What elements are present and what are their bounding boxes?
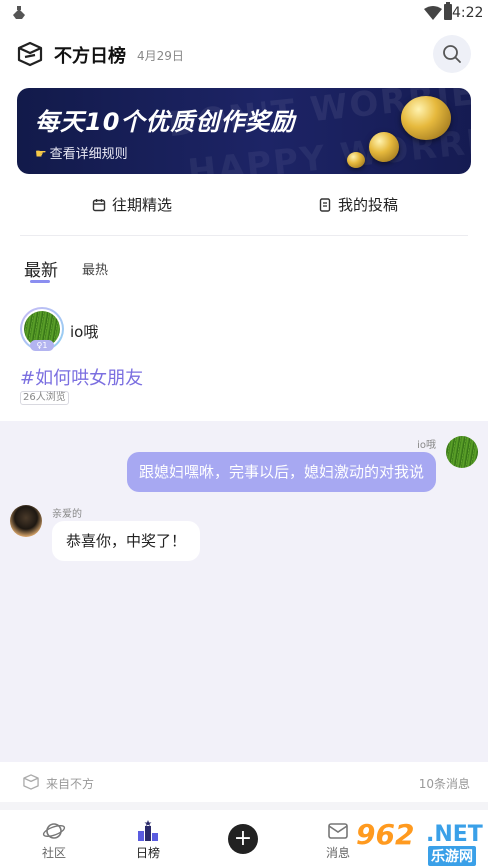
tab-my-submissions[interactable]: 我的投稿	[318, 194, 398, 215]
avatar	[10, 505, 42, 537]
search-icon	[443, 45, 461, 63]
planet-icon	[42, 823, 66, 839]
divider	[0, 802, 488, 810]
rule-link-label: 查看详细规则	[49, 147, 128, 162]
coin-icon	[401, 96, 451, 140]
document-icon	[319, 197, 331, 212]
source-label: 来自不方	[46, 777, 95, 791]
coin-icon	[347, 152, 365, 168]
source-row: 来自不方 10条消息	[0, 762, 488, 802]
divider	[20, 235, 468, 236]
battery-icon	[444, 2, 452, 20]
watermark-site: 乐游网	[428, 846, 476, 866]
logo-icon	[17, 41, 43, 67]
tab-latest[interactable]: 最新	[24, 256, 58, 281]
sub-tabs: 往期精选 我的投稿	[0, 184, 488, 224]
status-bar: 4:22	[0, 0, 488, 28]
add-post-button[interactable]: +	[228, 824, 258, 854]
chat-content: io哦 跟媳妇嘿咻，完事以后，媳妇激动的对我说 亲爱的 恭喜你，中奖了！	[0, 421, 488, 762]
logo-icon	[23, 774, 39, 790]
watermark-net: .NET	[426, 822, 483, 847]
tab-community-label: 社区	[41, 846, 66, 860]
tab-community[interactable]: 社区	[24, 820, 84, 861]
banner-headline: 每天10个优质创作奖励	[35, 108, 296, 136]
watermark-number: 962	[356, 818, 415, 851]
watermark-logo: 962 .NET 乐游网	[350, 816, 486, 866]
tab-past-picks-label: 往期精选	[112, 196, 173, 214]
post-username[interactable]: io哦	[70, 321, 98, 342]
page-title: 不方日榜	[54, 46, 126, 67]
view-count: 26人浏览	[20, 391, 69, 405]
wifi-icon	[424, 6, 442, 20]
tab-my-submissions-label: 我的投稿	[338, 196, 399, 214]
coin-icon	[369, 132, 399, 162]
android-debug-icon	[13, 6, 25, 19]
calendar-icon	[92, 198, 106, 211]
mail-icon	[328, 823, 348, 839]
status-time: 4:22	[452, 5, 484, 21]
tab-daily-ranking[interactable]: 日榜	[118, 820, 178, 861]
tab-hot[interactable]: 最热	[82, 259, 108, 278]
tab-daily-ranking-label: 日榜	[135, 846, 160, 860]
reward-banner[interactable]: DON'T WORRIED BE HAPPY WORRIED D 每天10个优质…	[17, 88, 471, 174]
tab-past-picks[interactable]: 往期精选	[92, 194, 172, 215]
post-topic[interactable]: #如何哄女朋友	[20, 364, 143, 390]
message-bubble-me: 跟媳妇嘿咻，完事以后，媳妇激动的对我说	[126, 452, 436, 492]
message-count: 10条消息	[418, 777, 470, 791]
feed-tabs: 最新 最热	[0, 250, 488, 290]
sender-name: 亲爱的	[52, 509, 82, 520]
active-tab-indicator	[30, 280, 50, 283]
level-badge: ♀1	[30, 340, 54, 351]
sender-name: io哦	[417, 440, 436, 451]
pointing-hand-icon: ☛	[35, 147, 47, 162]
header-date: 4月29日	[137, 49, 184, 63]
rule-link[interactable]: ☛ 查看详细规则	[35, 143, 128, 162]
post-author[interactable]: ♀1 io哦	[20, 307, 468, 353]
avatar	[446, 436, 478, 468]
podium-icon	[138, 820, 158, 841]
search-button[interactable]	[433, 35, 471, 73]
message-bubble-other: 恭喜你，中奖了！	[52, 521, 201, 561]
app-header: 不方日榜 4月29日	[0, 28, 488, 80]
